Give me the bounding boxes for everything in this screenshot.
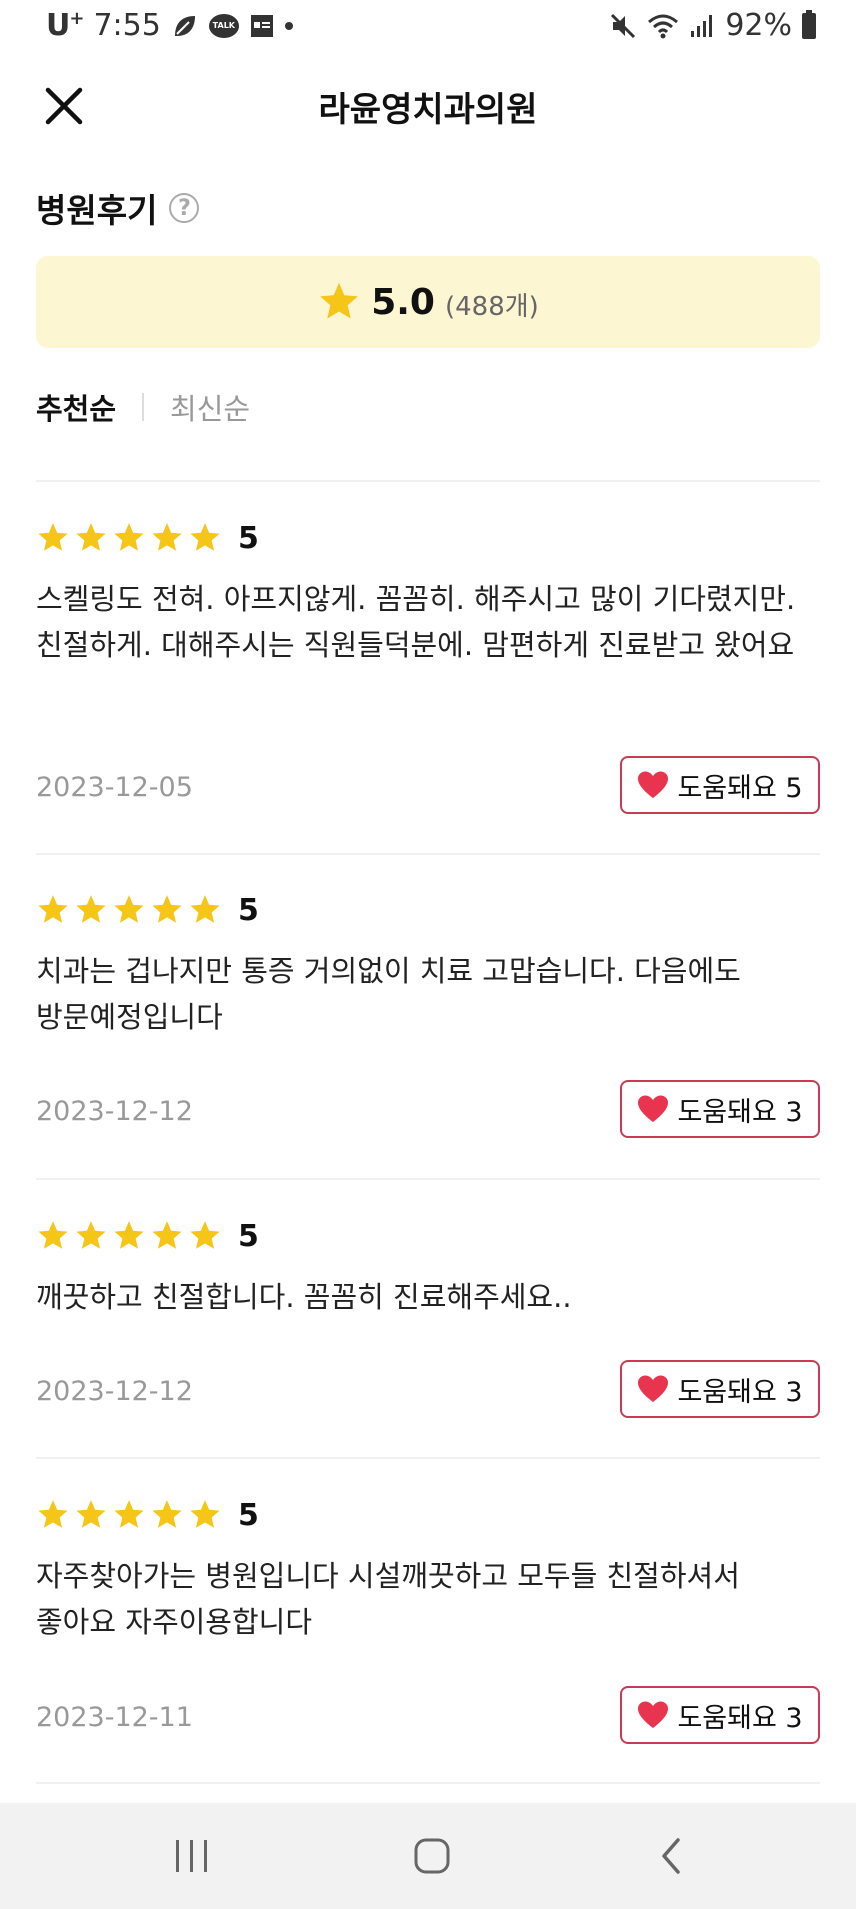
rating-summary: 5.0 (488개) [36, 256, 820, 348]
review-stars: 5 [36, 1216, 820, 1256]
star-icon [190, 895, 220, 923]
review-meta: 2023-12-12 도움돼요 3 [36, 1360, 820, 1422]
review-stars: 5 [36, 1495, 820, 1535]
star-icon [76, 895, 106, 923]
star-icon [152, 1500, 182, 1528]
star-icon [76, 1221, 106, 1249]
heart-icon [638, 1701, 669, 1728]
review-score: 5 [238, 1218, 259, 1254]
sort-divider [142, 393, 145, 421]
review-date: 2023-12-05 [36, 772, 193, 803]
star-icon [114, 1221, 144, 1249]
review-item: 5 자주찾아가는 병원입니다 시설깨끗하고 모두들 친절하셔서 좋아요 자주이용… [36, 1495, 820, 1744]
star-icon [152, 1221, 182, 1249]
helpful-button[interactable]: 도움돼요 3 [620, 1686, 820, 1744]
wifi-icon [648, 14, 679, 38]
review-stars: 5 [36, 518, 820, 558]
clock: 7:55 [93, 8, 161, 43]
star-icon [152, 895, 182, 923]
back-icon [662, 1838, 680, 1874]
star-icon [114, 1500, 144, 1528]
helpful-button[interactable]: 도움돼요 5 [620, 756, 820, 814]
review-text: 자주찾아가는 병원입니다 시설깨끗하고 모두들 친절하셔서 좋아요 자주이용합니… [36, 1559, 740, 1639]
review-score: 5 [238, 892, 259, 928]
star-icon [38, 1221, 68, 1249]
star-icon [152, 523, 182, 551]
notification-dot-icon [284, 21, 293, 30]
home-button[interactable] [402, 1831, 462, 1881]
review-date: 2023-12-11 [36, 1702, 193, 1733]
heart-icon [638, 1375, 669, 1402]
signal-icon [691, 14, 713, 37]
review-date: 2023-12-12 [36, 1376, 193, 1407]
helpful-label: 도움돼요 5 [677, 772, 803, 804]
review-text: 치과는 겁나지만 통증 거의없이 치료 고맙습니다. 다음에도 방문예정입니다 [36, 954, 741, 1034]
review-date: 2023-12-12 [36, 1096, 193, 1127]
heart-icon [638, 771, 669, 798]
rating-score: 5.0 [371, 281, 435, 323]
review-meta: 2023-12-11 도움돼요 3 [36, 1686, 820, 1748]
divider [36, 480, 820, 482]
star-icon [190, 523, 220, 551]
recent-apps-button[interactable] [162, 1831, 222, 1881]
helpful-button[interactable]: 도움돼요 3 [620, 1360, 820, 1418]
home-icon [414, 1838, 450, 1874]
review-item: 5 깨끗하고 친절합니다. 꼼꼼히 진료해주세요.. 2023-12-12 도움… [36, 1216, 820, 1418]
helpful-label: 도움돼요 3 [677, 1376, 803, 1408]
helpful-label: 도움돼요 3 [677, 1702, 803, 1734]
calendar-icon [250, 14, 273, 37]
heart-icon [638, 1095, 669, 1122]
back-button[interactable] [642, 1831, 702, 1881]
star-icon [38, 1500, 68, 1528]
star-icon [76, 523, 106, 551]
helpful-button[interactable]: 도움돼요 3 [620, 1080, 820, 1138]
helpful-label: 도움돼요 3 [677, 1096, 803, 1128]
review-stars: 5 [36, 890, 820, 930]
system-nav-bar [0, 1803, 856, 1909]
star-icon [114, 523, 144, 551]
section-header: 병원후기 ? [36, 184, 200, 232]
section-title: 병원후기 [36, 191, 158, 230]
review-score: 5 [238, 1497, 259, 1533]
divider [36, 1457, 820, 1459]
page-title: 라윤영치과의원 [318, 90, 538, 130]
star-icon [76, 1500, 106, 1528]
battery-percent: 92% [725, 8, 792, 43]
review-meta: 2023-12-05 도움돼요 5 [36, 756, 820, 818]
star-icon [190, 1500, 220, 1528]
help-icon[interactable]: ? [169, 193, 200, 223]
rating-count: (488개) [444, 291, 539, 322]
review-text: 스켈링도 전혀. 아프지않게. 꼼꼼히. 해주시고 많이 기다렸지만. 친절하게… [36, 582, 796, 662]
divider [36, 1178, 820, 1180]
star-icon [190, 1221, 220, 1249]
review-score: 5 [238, 520, 259, 556]
star-icon [38, 523, 68, 551]
status-right: 92% [609, 8, 816, 43]
battery-icon [802, 9, 816, 39]
sort-bar: 추천순 최신순 [36, 386, 250, 428]
star-icon [114, 895, 144, 923]
sort-recommended-tab[interactable]: 추천순 [36, 386, 116, 428]
recent-apps-icon [176, 1840, 207, 1872]
divider [36, 853, 820, 855]
status-bar: U+ 7:55 TALK 92% [0, 0, 856, 56]
carrier-label: U+ [46, 8, 84, 43]
leaf-icon [174, 15, 195, 36]
mute-icon [611, 13, 636, 38]
star-icon [320, 282, 359, 319]
status-left: U+ 7:55 TALK [46, 8, 293, 43]
star-icon [38, 895, 68, 923]
sort-latest-tab[interactable]: 최신순 [170, 386, 250, 428]
review-text: 깨끗하고 친절합니다. 꼼꼼히 진료해주세요.. [36, 1280, 572, 1314]
review-item: 5 치과는 겁나지만 통증 거의없이 치료 고맙습니다. 다음에도 방문예정입니… [36, 890, 820, 1138]
header: 라윤영치과의원 [0, 56, 856, 156]
review-item: 5 스켈링도 전혀. 아프지않게. 꼼꼼히. 해주시고 많이 기다렸지만. 친절… [36, 518, 820, 814]
review-meta: 2023-12-12 도움돼요 3 [36, 1080, 820, 1142]
divider [36, 1782, 820, 1784]
kakaotalk-icon: TALK [208, 13, 239, 38]
